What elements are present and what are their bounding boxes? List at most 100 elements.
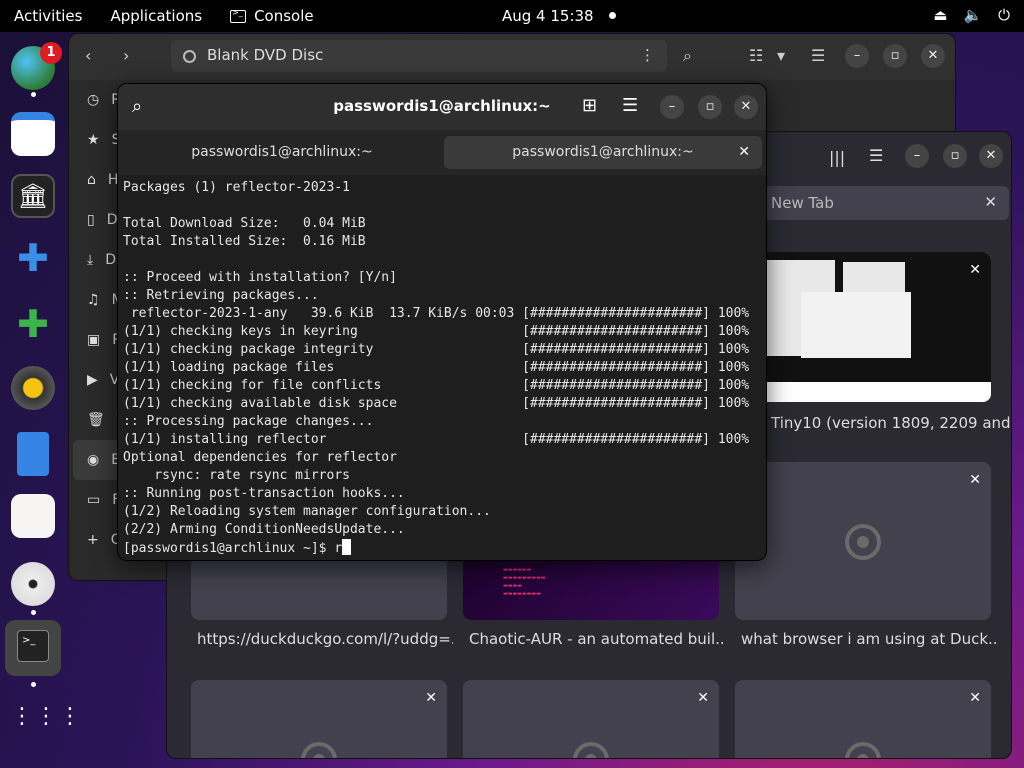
- terminal-line: (1/1) checking available disk space [###…: [123, 396, 750, 411]
- document-icon: ▯: [87, 212, 95, 228]
- close-button[interactable]: ✕: [921, 44, 945, 68]
- terminal-prompt[interactable]: [passwordis1@archlinux ~]$ r: [123, 539, 761, 558]
- disc-icon[interactable]: [11, 562, 55, 606]
- location-label: Blank DVD Disc: [207, 46, 324, 64]
- menu-icon[interactable]: ☰: [622, 95, 638, 116]
- terminal-icon[interactable]: >_: [5, 620, 61, 676]
- running-indicator: [31, 610, 36, 615]
- terminal-line: Total Installed Size: 0.16 MiB: [123, 234, 366, 249]
- applications-menu[interactable]: Applications: [96, 7, 216, 25]
- terminal-line: :: Processing package changes...: [123, 414, 374, 429]
- activities-button[interactable]: Activities: [0, 7, 96, 25]
- running-indicator: [31, 682, 36, 687]
- library-icon[interactable]: |||: [829, 148, 845, 167]
- system-tray[interactable]: ⏏ 🔈 ⏻: [933, 6, 1010, 24]
- tile-label: https://duckduckgo.com/l/?uddg=...: [197, 630, 453, 648]
- download-icon: ⤓: [87, 252, 94, 268]
- maximize-button[interactable]: ▫: [883, 44, 907, 68]
- list-view-icon[interactable]: ☷: [749, 46, 763, 65]
- terminal-output[interactable]: Packages (1) reflector-2023-1 Total Down…: [118, 175, 766, 560]
- terminal-cursor: [342, 539, 352, 555]
- notification-dot: [609, 12, 616, 19]
- speaker-icon[interactable]: [11, 366, 55, 410]
- top-site-tile[interactable]: ✕: [735, 462, 991, 620]
- volume-icon[interactable]: 🔈: [963, 6, 982, 24]
- close-icon[interactable]: ✕: [697, 690, 709, 706]
- top-site-tile[interactable]: ✕: [191, 680, 447, 758]
- tile-label: Chaotic-AUR - an automated buil...: [469, 630, 725, 648]
- close-button[interactable]: ✕: [734, 95, 758, 119]
- terminal-tab-bar: passwordis1@archlinux:~ passwordis1@arch…: [118, 130, 766, 175]
- close-icon[interactable]: ✕: [969, 262, 981, 278]
- location-bar[interactable]: Blank DVD Disc ⋮: [171, 40, 667, 72]
- terminal-tab-active[interactable]: passwordis1@archlinux:~ ✕: [444, 136, 762, 169]
- extensions-icon[interactable]: ✚: [11, 236, 55, 280]
- running-indicator: [31, 92, 36, 97]
- terminal-glyph: >_: [17, 630, 49, 662]
- terminal-line: rsync: rate rsync mirrors: [123, 468, 350, 483]
- trash-icon: 🗑: [87, 412, 105, 428]
- thumbnail-window: [801, 292, 911, 358]
- tab-new-tab[interactable]: New Tab ✕: [759, 186, 1009, 220]
- console-icon: [230, 8, 247, 23]
- close-icon[interactable]: ✕: [969, 690, 981, 706]
- terminal-line: (1/1) checking package integrity [######…: [123, 342, 750, 357]
- app-name: Console: [254, 7, 314, 25]
- more-icon[interactable]: ⋮: [640, 46, 655, 64]
- terminal-tab[interactable]: passwordis1@archlinux:~: [122, 136, 442, 169]
- dock: 1 🏛 ✚ ✚ >_ ⋮⋮⋮: [0, 36, 81, 768]
- archive-icon[interactable]: 🏛: [11, 174, 55, 218]
- text-editor-icon[interactable]: [17, 432, 49, 476]
- picture-icon: ▣: [87, 332, 101, 348]
- close-icon[interactable]: ✕: [984, 193, 997, 211]
- disc-icon: ◉: [87, 452, 100, 468]
- calendar-icon[interactable]: [11, 112, 55, 156]
- terminal-line: :: Retrieving packages...: [123, 288, 319, 303]
- tile-thumbnail: [735, 252, 991, 382]
- terminal-line: (1/1) installing reflector [############…: [123, 432, 750, 447]
- maximize-button[interactable]: ▫: [943, 144, 967, 168]
- forward-icon[interactable]: ›: [123, 46, 129, 65]
- globe-icon: [845, 742, 881, 758]
- app-menu[interactable]: Console: [216, 7, 328, 25]
- top-site-tile[interactable]: ✕: [463, 680, 719, 758]
- minimize-button[interactable]: –: [845, 44, 869, 68]
- terminal-line: (1/1) checking for file conflicts [#####…: [123, 378, 750, 393]
- new-tab-icon[interactable]: ⊞: [582, 95, 597, 116]
- star-icon: ★: [87, 132, 100, 148]
- terminal-line: reflector-2023-1-any 39.6 KiB 13.7 KiB/s…: [123, 306, 750, 321]
- clock[interactable]: Aug 4 15:38: [502, 7, 594, 25]
- close-icon[interactable]: ✕: [425, 690, 437, 706]
- top-site-tile[interactable]: ✕: [735, 252, 991, 402]
- minimize-button[interactable]: –: [660, 95, 684, 119]
- puzzle-icon[interactable]: ✚: [11, 302, 55, 346]
- close-icon[interactable]: ✕: [969, 472, 981, 488]
- power-icon[interactable]: ⏻: [998, 6, 1010, 24]
- tab-label: passwordis1@archlinux:~: [512, 144, 694, 160]
- close-button[interactable]: ✕: [979, 144, 1003, 168]
- terminal-line: :: Running post-transaction hooks...: [123, 486, 405, 501]
- minimize-button[interactable]: –: [905, 144, 929, 168]
- globe-icon: [573, 742, 609, 758]
- music-icon: ♫: [87, 292, 100, 308]
- maximize-button[interactable]: ▫: [698, 95, 722, 119]
- back-icon[interactable]: ‹: [85, 46, 91, 65]
- top-site-tile[interactable]: ✕: [735, 680, 991, 758]
- menu-icon[interactable]: ☰: [869, 146, 883, 165]
- terminal-line: (1/2) Reloading system manager configura…: [123, 504, 491, 519]
- app-grid-icon[interactable]: ⋮⋮⋮: [11, 706, 81, 752]
- close-icon[interactable]: ✕: [738, 136, 750, 169]
- terminal-line: (1/1) loading package files [###########…: [123, 360, 750, 375]
- software-store-icon[interactable]: [11, 494, 55, 538]
- chevron-down-icon[interactable]: ▾: [777, 46, 785, 65]
- search-icon[interactable]: ⌕: [683, 46, 692, 66]
- menu-icon[interactable]: ☰: [811, 46, 825, 65]
- terminal-line: Packages (1) reflector-2023-1: [123, 180, 350, 195]
- notification-badge: 1: [40, 42, 62, 64]
- tab-label: New Tab: [771, 194, 834, 212]
- network-icon[interactable]: ⏏: [933, 6, 947, 24]
- plus-icon: +: [87, 532, 99, 548]
- terminal-window[interactable]: ⌕ passwordis1@archlinux:~ ⊞ ☰ – ▫ ✕ pass…: [117, 83, 767, 561]
- terminal-line: (1/1) checking keys in keyring [########…: [123, 324, 750, 339]
